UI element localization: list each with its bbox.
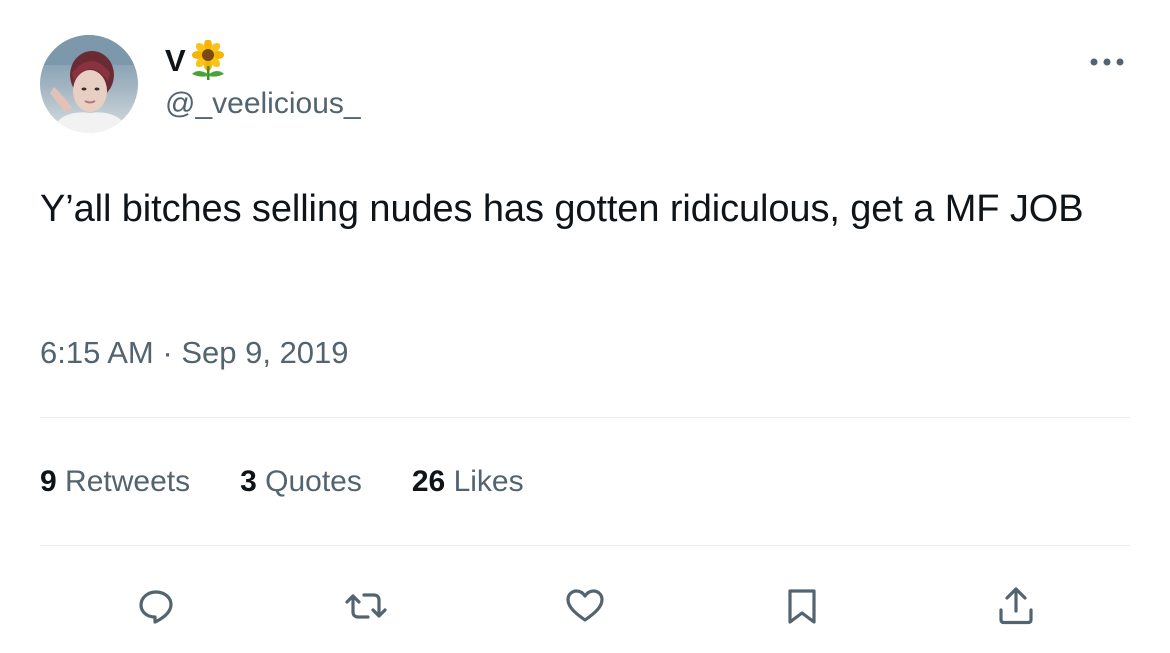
avatar[interactable] — [40, 35, 138, 133]
likes-stat[interactable]: 26 Likes — [412, 462, 524, 502]
bookmark-icon — [788, 589, 816, 624]
share-icon — [999, 587, 1033, 625]
more-options-button[interactable] — [1086, 52, 1130, 72]
retweets-stat[interactable]: 9 Retweets — [40, 462, 190, 502]
display-name[interactable]: V — [165, 40, 228, 82]
timestamp: 6:15 AM · Sep 9, 2019 — [40, 333, 349, 373]
reply-icon — [139, 590, 173, 624]
display-name-text: V — [165, 43, 186, 78]
retweets-count: 9 — [40, 465, 57, 498]
tweet-date[interactable]: Sep 9, 2019 — [181, 335, 348, 370]
handle[interactable]: @_veelicious_ — [165, 86, 361, 122]
likes-label: Likes — [453, 465, 524, 498]
quotes-label: Quotes — [265, 465, 362, 498]
like-icon — [566, 589, 604, 622]
divider — [40, 417, 1130, 418]
retweets-label: Retweets — [65, 465, 191, 498]
divider — [40, 545, 1130, 546]
like-button[interactable] — [563, 584, 607, 628]
quotes-stat[interactable]: 3 Quotes — [240, 462, 362, 502]
bookmark-button[interactable] — [780, 584, 824, 628]
avatar-photo — [40, 35, 138, 133]
more-icon — [1090, 58, 1124, 66]
likes-count: 26 — [411, 465, 446, 498]
retweet-button[interactable] — [344, 584, 388, 628]
reply-button[interactable] — [134, 584, 178, 628]
retweet-icon — [345, 593, 387, 619]
share-button[interactable] — [994, 584, 1038, 628]
tweet-text: Y’all bitches selling nudes has gotten r… — [40, 188, 1084, 230]
quotes-count: 3 — [240, 465, 257, 498]
timestamp-separator: · — [162, 335, 173, 370]
tweet-time[interactable]: 6:15 AM — [40, 335, 154, 370]
engagement-stats: 9 Retweets 3 Quotes 26 Likes — [40, 462, 524, 502]
sunflower-icon — [191, 40, 224, 80]
